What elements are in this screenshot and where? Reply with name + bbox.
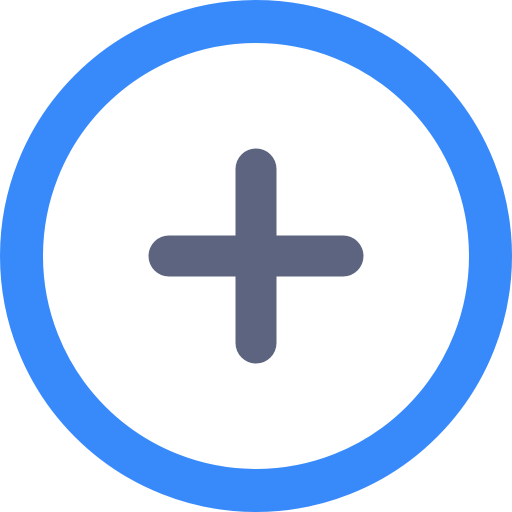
- icon-canvas: [0, 0, 512, 512]
- add-circle-icon[interactable]: [0, 0, 512, 512]
